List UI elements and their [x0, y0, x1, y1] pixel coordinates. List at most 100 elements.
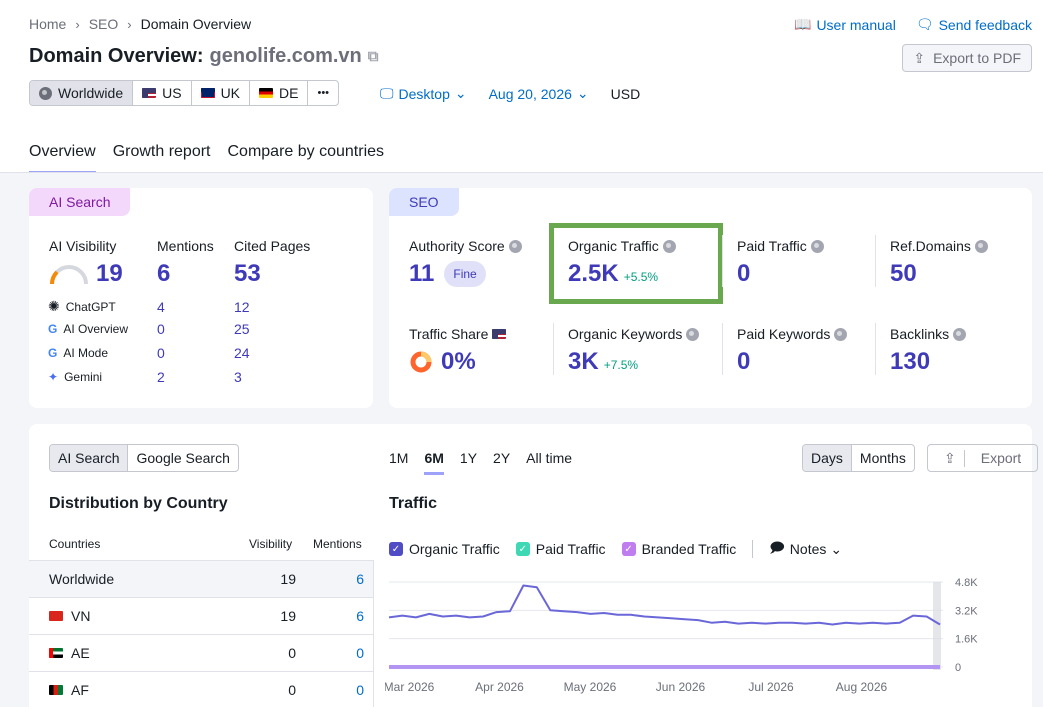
upload-icon: ⇪	[936, 449, 965, 467]
user-manual-link[interactable]: 📖 User manual	[794, 16, 896, 33]
ai-overview-cited[interactable]: 25	[234, 321, 250, 337]
de-flag-icon	[259, 88, 274, 98]
ai-mode-cited[interactable]: 24	[234, 345, 250, 361]
paid-keywords-value[interactable]: 0	[737, 348, 750, 376]
divider	[722, 323, 723, 375]
send-feedback-link[interactable]: 🗨 Send feedback	[916, 16, 1032, 33]
traffic-share-label: Traffic Share	[409, 326, 507, 342]
distribution-title: Distribution by Country	[49, 495, 228, 512]
breadcrumb-home[interactable]: Home	[29, 16, 66, 32]
geo-us[interactable]: US	[133, 81, 192, 105]
days-toggle[interactable]: Days	[803, 445, 852, 471]
ae-flag-icon	[49, 648, 63, 658]
period-1y[interactable]: 1Y	[460, 450, 477, 475]
visibility-gauge-icon	[50, 265, 88, 285]
authority-score-label: Authority Score	[409, 238, 522, 254]
breadcrumb: Home › SEO › Domain Overview	[29, 16, 251, 32]
note-icon: 🗩	[769, 539, 785, 555]
export-pdf-button[interactable]: ⇪ Export to PDF	[902, 44, 1032, 72]
gemini-cited[interactable]: 3	[234, 369, 242, 385]
divider	[373, 560, 374, 707]
organic-keywords-value[interactable]: 3K	[568, 348, 599, 376]
cited-pages-label: Cited Pages	[234, 238, 311, 254]
ai-visibility-label: AI Visibility	[49, 238, 117, 254]
col-visibility[interactable]: Visibility	[249, 537, 292, 551]
more-databases-button[interactable]: •••	[308, 81, 338, 105]
tab-overview[interactable]: Overview	[29, 143, 96, 174]
chevron-right-icon: ›	[127, 16, 132, 32]
donut-chart-icon	[410, 351, 432, 373]
chatgpt-mentions[interactable]: 4	[157, 299, 165, 315]
ai-overview-mentions[interactable]: 0	[157, 321, 165, 337]
breadcrumb-seo[interactable]: SEO	[89, 16, 119, 32]
traffic-title: Traffic	[389, 495, 438, 512]
granularity-toggle: Days Months	[802, 444, 915, 472]
months-toggle[interactable]: Months	[852, 445, 914, 471]
divider	[875, 323, 876, 375]
legend-branded-traffic[interactable]: ✓ Branded Traffic	[621, 541, 736, 557]
chatgpt-icon: ✺	[48, 298, 60, 314]
ref-domains-value[interactable]: 50	[890, 260, 917, 288]
ai-search-label: AI Search	[29, 188, 131, 216]
export-button[interactable]: ⇪ Export	[927, 444, 1039, 472]
tab-compare-by-countries[interactable]: Compare by countries	[228, 143, 385, 174]
table-row[interactable]: VN 19 6	[29, 597, 373, 634]
ai-row-chatgpt: ✺ ChatGPT 4 12	[48, 298, 250, 315]
date-dropdown[interactable]: Aug 20, 2026 ⌄	[489, 85, 589, 102]
y-tick-label: 3.2K	[955, 605, 978, 617]
paid-traffic-value[interactable]: 0	[737, 260, 750, 288]
geo-de[interactable]: DE	[250, 81, 309, 105]
paid-traffic-label: Paid Traffic	[737, 238, 824, 254]
chatgpt-cited[interactable]: 12	[234, 299, 250, 315]
table-row[interactable]: AF 0 0	[29, 671, 373, 707]
table-row[interactable]: Worldwide 19 6	[29, 560, 373, 597]
hover-band	[933, 582, 941, 670]
col-countries: Countries	[49, 537, 101, 551]
chevron-right-icon: ›	[75, 16, 80, 32]
header-links: 📖 User manual 🗨 Send feedback	[794, 16, 1032, 33]
legend-organic-traffic[interactable]: ✓ Organic Traffic	[389, 541, 500, 557]
globe-icon	[662, 239, 676, 253]
gemini-mentions[interactable]: 2	[157, 369, 165, 385]
period-all-time[interactable]: All time	[526, 450, 572, 475]
traffic-share-value[interactable]: 0%	[441, 348, 476, 376]
checkbox-checked-icon: ✓	[621, 542, 636, 556]
ai-row-ai-overview: G AI Overview 0 25	[48, 321, 250, 337]
ai-visibility-value[interactable]: 19	[96, 260, 123, 288]
authority-score-value[interactable]: 11	[409, 260, 434, 288]
tab-growth-report[interactable]: Growth report	[113, 143, 211, 174]
backlinks-value[interactable]: 130	[890, 348, 930, 376]
ai-mode-mentions[interactable]: 0	[157, 345, 165, 361]
gemini-icon: ✦	[48, 370, 59, 384]
legend-paid-traffic[interactable]: ✓ Paid Traffic	[515, 541, 606, 557]
organic-traffic-delta: +5.5%	[623, 270, 659, 284]
organic-keywords: 3K +7.5%	[568, 348, 638, 376]
globe-icon	[810, 239, 824, 253]
period-2y[interactable]: 2Y	[493, 450, 510, 475]
geo-worldwide[interactable]: Worldwide	[30, 81, 134, 105]
external-link-icon[interactable]: ⧉	[368, 48, 379, 65]
us-flag-icon	[492, 329, 507, 339]
col-mentions[interactable]: Mentions	[313, 537, 362, 551]
traffic-chart[interactable]: 4.8K 3.2K 1.6K 0 Mar 2026 Apr 2026 May 2026 Jun…	[385, 572, 1015, 702]
ai-row-gemini: ✦ Gemini 2 3	[48, 369, 242, 385]
period-1m[interactable]: 1M	[389, 450, 408, 475]
google-search-toggle[interactable]: Google Search	[128, 445, 237, 471]
globe-icon	[39, 86, 52, 100]
notes-dropdown[interactable]: 🗩 Notes ⌄	[769, 537, 842, 561]
organic-traffic-value[interactable]: 2.5K	[568, 260, 619, 288]
mentions-value[interactable]: 6	[157, 260, 170, 288]
database-selector: Worldwide US UK DE •••	[29, 80, 340, 106]
ai-search-toggle[interactable]: AI Search	[50, 445, 129, 471]
geo-uk[interactable]: UK	[192, 81, 251, 105]
page-title: Domain Overview: genolife.com.vn ⧉	[29, 45, 379, 67]
table-row[interactable]: AE 0 0	[29, 634, 373, 671]
report-options: 🖵 Desktop ⌄ Aug 20, 2026 ⌄ USD	[380, 85, 640, 102]
x-tick-label: Apr 2026	[475, 680, 524, 694]
domain-name: genolife.com.vn	[209, 45, 362, 67]
period-6m[interactable]: 6M	[424, 450, 444, 475]
us-flag-icon	[142, 88, 157, 98]
organic-keywords-delta: +7.5%	[603, 358, 639, 372]
cited-pages-value[interactable]: 53	[234, 260, 261, 288]
device-dropdown[interactable]: 🖵 Desktop ⌄	[380, 85, 467, 102]
